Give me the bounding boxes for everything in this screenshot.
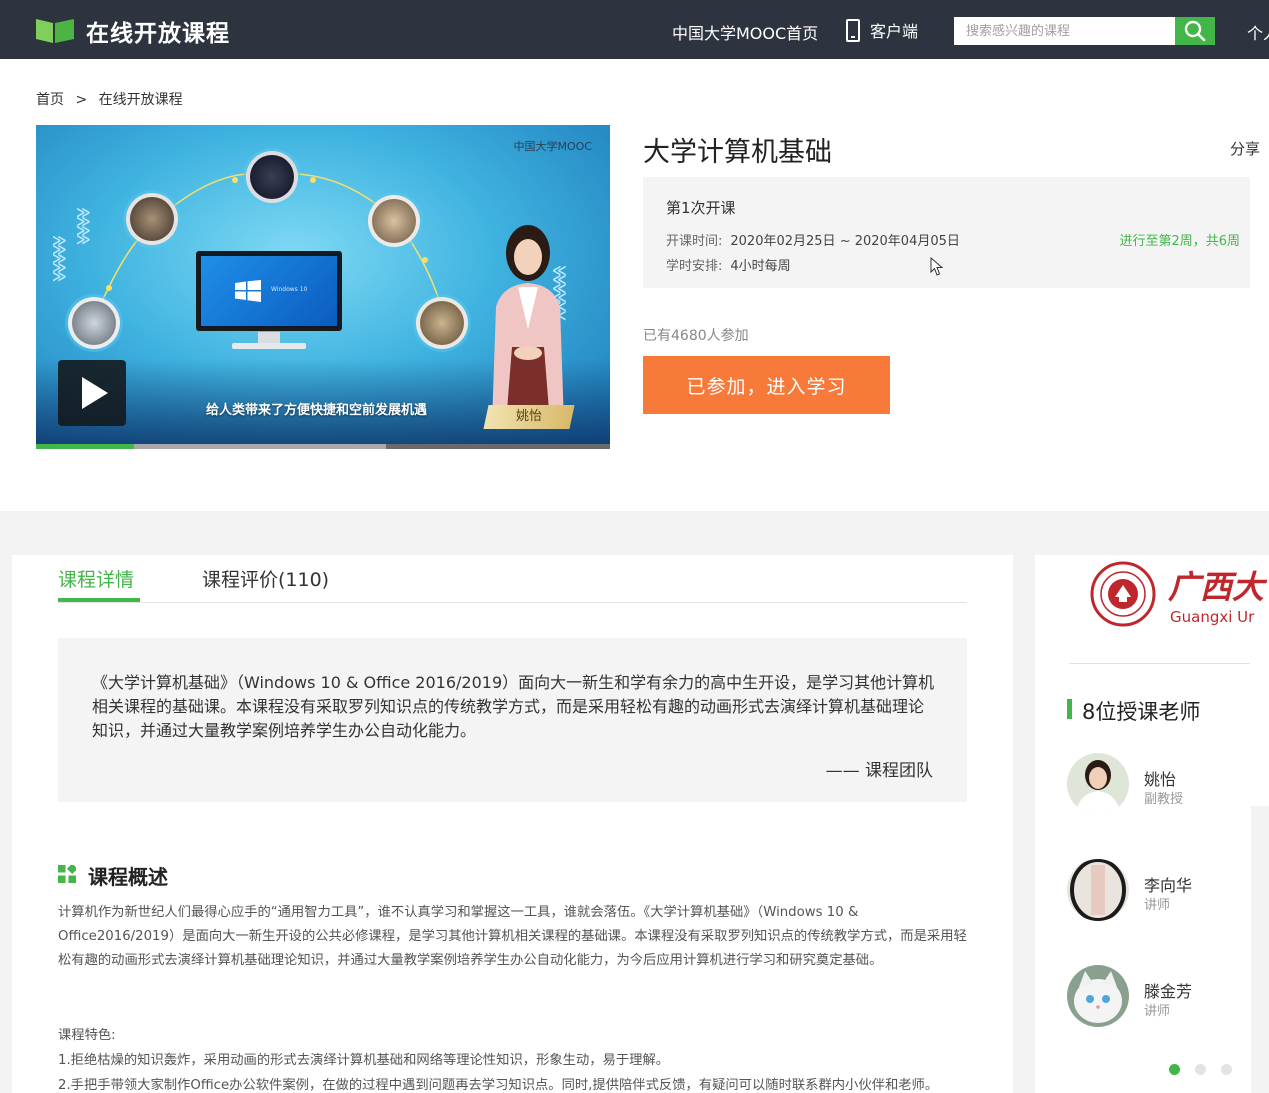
teacher-name: 滕金芳 xyxy=(1144,982,1193,1001)
pager-dot[interactable] xyxy=(1221,1064,1232,1075)
teachers-title: 8位授课老师 xyxy=(1082,700,1201,724)
session-schedule-label: 学时安排: xyxy=(666,259,723,274)
session-info-box: 第1次开课 开课时间: 2020年02月25日 ~ 2020年04月05日 学时安… xyxy=(643,177,1250,288)
teacher-title: 副教授 xyxy=(1144,792,1184,807)
breadcrumb-separator: > xyxy=(75,92,88,108)
feature-item: 2.手把手带领大家制作Office办公软件案例，在做的过程中遇到问题再去学习知识… xyxy=(58,1078,939,1093)
chevron-decor-icon: ≫ ≫ ≫ ≫ xyxy=(76,205,91,248)
factory-bubble xyxy=(416,297,468,349)
session-time-value: 2020年02月25日 ~ 2020年04月05日 xyxy=(730,234,960,249)
teacher-name: 李向华 xyxy=(1144,876,1193,895)
windows-logo-icon xyxy=(235,280,261,302)
mooc-watermark: 中国大学MOOC xyxy=(513,140,593,153)
pager-dot[interactable] xyxy=(1169,1064,1180,1075)
arc-dot xyxy=(422,257,428,263)
session-progress: 进行至第2周，共6周 xyxy=(1119,234,1240,249)
monitor-base xyxy=(232,343,306,349)
university-name-cn[interactable]: 广西大 xyxy=(1168,562,1264,608)
library-bubble xyxy=(368,195,420,247)
mouse-cursor-icon xyxy=(930,257,944,276)
course-title: 大学计算机基础 xyxy=(643,137,832,168)
session-time-row: 开课时间: 2020年02月25日 ~ 2020年04月05日 xyxy=(666,230,960,249)
university-seal-icon[interactable] xyxy=(1090,561,1156,627)
share-link[interactable]: 分享 xyxy=(1230,138,1260,159)
overview-title: 课程概述 xyxy=(88,865,168,889)
breadcrumb-current[interactable]: 在线开放课程 xyxy=(99,92,183,108)
pager-dot[interactable] xyxy=(1195,1064,1206,1075)
book-logo-icon[interactable] xyxy=(36,17,74,43)
play-button-icon[interactable] xyxy=(58,360,126,426)
feature-item: 1.拒绝枯燥的知识轰炸，采用动画的形式去演绎计算机基础和网络等理论性知识，形象生… xyxy=(58,1053,670,1068)
session-name: 第1次开课 xyxy=(666,199,736,217)
search-icon xyxy=(1184,20,1206,42)
client-app-link[interactable]: 客户端 xyxy=(846,17,918,43)
teacher-name: 姚怡 xyxy=(1144,770,1177,789)
chevron-decor-icon: ≫ ≫ ≫ ≫ ≫ xyxy=(52,233,67,285)
overview-text: 计算机作为新世纪人们最得心应手的“通用智力工具”，谁不认真学习和掌握这一工具，谁… xyxy=(58,905,967,968)
hands-bubble xyxy=(126,193,178,245)
intro-quote-text: 《大学计算机基础》（Windows 10 & Office 2016/2019）… xyxy=(92,673,935,740)
mooc-home-link[interactable]: 中国大学MOOC首页 xyxy=(672,20,818,44)
course-detail-panel xyxy=(12,555,1013,1093)
participant-count: 已有4680人参加 xyxy=(643,328,749,344)
mobile-phone-icon xyxy=(846,18,860,42)
breadcrumb: 首页 > 在线开放课程 xyxy=(36,89,183,109)
side-divider xyxy=(1069,663,1250,664)
teacher-avatar xyxy=(1067,753,1129,815)
teacher-avatar xyxy=(1067,859,1129,921)
features-title: 课程特色: xyxy=(58,1028,116,1043)
teacher-title: 讲师 xyxy=(1144,898,1171,913)
presenter-name-tag: 姚怡 xyxy=(483,405,575,429)
teacher-avatar xyxy=(1067,965,1129,1027)
client-app-label: 客户端 xyxy=(870,22,919,41)
tab-course-reviews[interactable]: 课程评价(110) xyxy=(202,565,329,592)
presenter-name: 姚怡 xyxy=(515,409,542,424)
arc-dot xyxy=(310,177,316,183)
course-video-player[interactable]: ≫≫≫≫≫ ≫≫≫≫ ≪≪≪≪≪≪ 中国大学MOOC Windows 10 给人… xyxy=(36,125,610,449)
video-played-bar[interactable] xyxy=(36,444,134,449)
arc-dot xyxy=(232,177,238,183)
enter-course-button[interactable]: 已参加，进入学习 xyxy=(643,356,890,414)
search-button[interactable] xyxy=(1175,17,1215,45)
intro-quote-signature: —— 课程团队 xyxy=(825,761,933,781)
session-schedule-row: 学时安排: 4小时每周 xyxy=(666,255,791,274)
monitor-screen xyxy=(201,256,337,326)
teachers-title-marker xyxy=(1067,699,1072,719)
tab-divider xyxy=(58,602,967,603)
arc-dot xyxy=(106,285,112,291)
video-subtitle: 给人类带来了方便快捷和空前发展机遇 xyxy=(206,403,428,418)
search-input[interactable] xyxy=(954,17,1175,45)
session-time-label: 开课时间: xyxy=(666,234,723,249)
servers-bubble xyxy=(246,151,298,203)
screen-label: Windows 10 xyxy=(271,286,308,293)
printer-bubble xyxy=(68,297,120,349)
presenter-figure xyxy=(492,225,564,423)
course-intro-quote: 《大学计算机基础》（Windows 10 & Office 2016/2019）… xyxy=(58,638,967,802)
monitor-graphic: Windows 10 xyxy=(196,251,342,331)
site-name[interactable]: 在线开放课程 xyxy=(86,14,230,48)
tab-course-details[interactable]: 课程详情 xyxy=(58,565,134,592)
session-schedule-value: 4小时每周 xyxy=(730,259,791,274)
top-nav-bar: 在线开放课程 中国大学MOOC首页 客户端 个人 xyxy=(0,0,1269,59)
personal-center-link[interactable]: 个人 xyxy=(1247,20,1269,44)
grid-section-icon xyxy=(58,865,76,883)
university-name-en[interactable]: Guangxi Ur xyxy=(1170,608,1254,626)
side-scroll-strip xyxy=(1251,806,1269,1093)
breadcrumb-home[interactable]: 首页 xyxy=(36,92,64,108)
teacher-title: 讲师 xyxy=(1144,1004,1171,1019)
